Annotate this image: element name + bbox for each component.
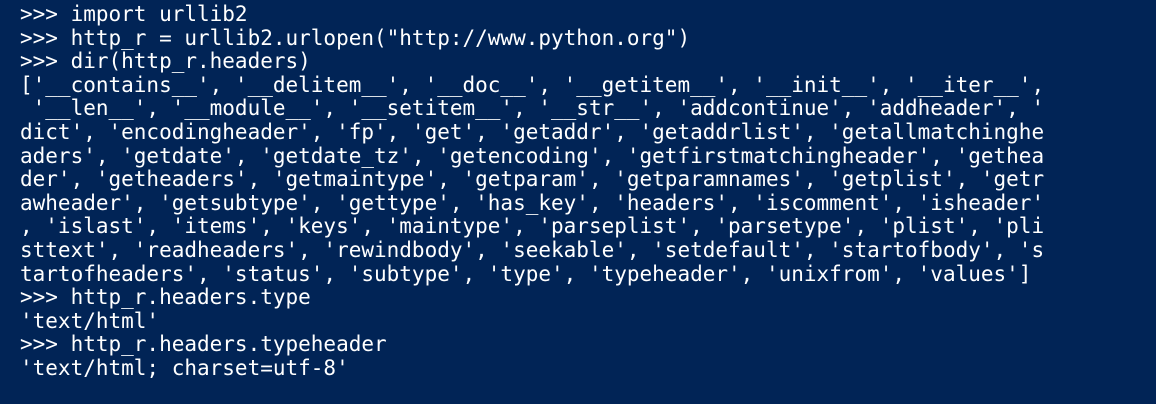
console-line: der', 'getheaders', 'getmaintype', 'getp… [20, 168, 1045, 192]
console-line: , 'islast', 'items', 'keys', 'maintype',… [20, 215, 1045, 239]
console-line: ['__contains__', '__delitem__', '__doc__… [20, 73, 1045, 97]
console-line: 'text/html; charset=utf-8' [20, 356, 349, 380]
console-line: dict', 'encodingheader', 'fp', 'get', 'g… [20, 120, 1045, 144]
console-line: >>> import urllib2 [20, 3, 248, 26]
console-line: aders', 'getdate', 'getdate_tz', 'getenc… [20, 144, 1045, 168]
console-line: '__len__', '__module__', '__setitem__', … [20, 97, 1045, 121]
python-console[interactable]: >>> import urllib2 >>> http_r = urllib2.… [0, 0, 1156, 404]
console-line: >>> http_r = urllib2.urlopen("http://www… [20, 26, 691, 50]
console-line: >>> http_r.headers.typeheader [20, 333, 387, 357]
console-line: >>> http_r.headers.type [20, 286, 311, 310]
console-line: >>> dir(http_r.headers) [20, 50, 311, 74]
console-line: 'text/html' [20, 309, 160, 333]
console-line: tartofheaders', 'status', 'subtype', 'ty… [20, 262, 1032, 286]
console-line: sttext', 'readheaders', 'rewindbody', 's… [20, 238, 1045, 262]
console-line: awheader', 'getsubtype', 'gettype', 'has… [20, 191, 1045, 215]
